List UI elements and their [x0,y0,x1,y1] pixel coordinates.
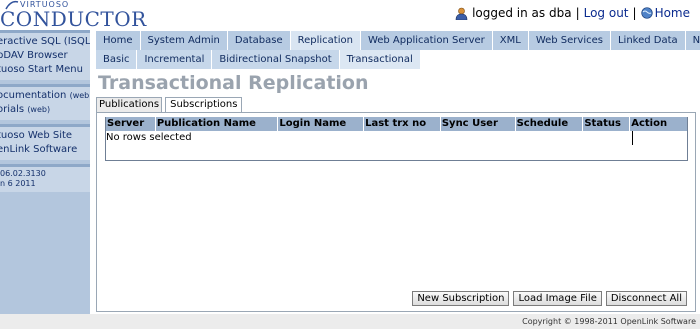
new-subscription-button[interactable]: New Subscription [412,291,510,306]
table-row: No rows selected [106,131,687,145]
column-divider [632,131,633,145]
tab-nntp[interactable]: NNTP [685,31,700,50]
separator: | [575,6,580,20]
sidebar-item-start-menu[interactable]: tuoso Start Menu [0,63,90,77]
sidebar-item-documentation[interactable]: ocumentation (web) [0,89,90,103]
tab-linked-data[interactable]: Linked Data [610,31,686,50]
tab-home[interactable]: Home [96,31,141,50]
sidebar-item-label: ocumentation [0,90,70,101]
tab-bidirectional-snapshot[interactable]: Bidirectional Snapshot [212,50,340,69]
content-panel: Server Publication Name Login Name Last … [96,112,696,312]
sidebar-item-virtuoso-web-site[interactable]: tuoso Web Site [0,129,90,143]
subscriptions-table: Server Publication Name Login Name Last … [105,117,688,161]
virtuoso-conductor-logo[interactable]: VIRTUOSO CONDUCTOR [0,0,146,31]
globe-icon [640,7,653,19]
sidebar-item-suffix: (web) [69,91,90,100]
logout-link[interactable]: Log out [584,6,629,20]
tab-web-application-server[interactable]: Web Application Server [360,31,493,50]
sidebar-item-isql[interactable]: eractive SQL (ISQL) [0,35,90,49]
sidebar-item-label: orials [0,104,28,115]
column-header-action: Action [631,118,668,129]
footer-copyright: Copyright © 1998-2011 OpenLink Software [0,314,700,329]
sidebar-group-tools: eractive SQL (ISQL) bDAV Browser tuoso S… [0,30,90,80]
version-text: 06.02.3130 [0,169,46,178]
column-header-schedule: Schedule [516,117,584,131]
sidebar-item-webdav[interactable]: bDAV Browser [0,49,90,63]
main-nav: Home System Admin Database Replication W… [96,31,700,50]
column-header-login-name: Login Name [278,117,365,131]
user-icon [455,7,468,20]
build-date-text: n 6 2011 [0,179,36,188]
page-title: Transactional Replication [98,72,369,94]
column-header-last-trx-no: Last trx no [364,117,441,131]
sidebar-group-docs: ocumentation (web) orials (web) [0,84,90,120]
tab-replication[interactable]: Replication [290,31,361,50]
sidebar-item-openlink-software[interactable]: enLink Software [0,143,90,157]
tab-database[interactable]: Database [227,31,291,50]
tab-xml[interactable]: XML [492,31,529,50]
tab-web-services[interactable]: Web Services [528,31,611,50]
load-image-file-button[interactable]: Load Image File [513,291,602,306]
tab-system-admin[interactable]: System Admin [140,31,228,50]
tab-subscriptions[interactable]: Subscriptions [165,97,243,112]
tab-publications[interactable]: Publications [96,97,163,112]
sidebar: eractive SQL (ISQL) bDAV Browser tuoso S… [0,30,90,315]
content-tabs: Publications Subscriptions [96,97,245,112]
empty-message: No rows selected [106,132,192,143]
sidebar-item-tutorials[interactable]: orials (web) [0,103,90,117]
header: VIRTUOSO CONDUCTOR logged in as dba | Lo… [0,0,700,31]
action-buttons: New Subscription Load Image File Disconn… [408,291,687,306]
user-bar: logged in as dba | Log out | Home [455,6,690,20]
tab-basic[interactable]: Basic [96,50,138,69]
sub-nav: Basic Incremental Bidirectional Snapshot… [96,50,700,69]
sidebar-item-suffix: (web) [27,105,51,114]
column-header-status: Status [583,117,631,131]
sidebar-group-version: 06.02.3130 n 6 2011 [0,164,90,192]
separator: | [632,6,637,20]
table-header: Server Publication Name Login Name Last … [106,117,687,131]
column-header-server: Server [106,117,156,131]
logged-in-text: logged in as dba [472,6,572,20]
disconnect-all-button[interactable]: Disconnect All [605,291,687,306]
sidebar-group-links: tuoso Web Site enLink Software [0,124,90,160]
column-header-sync-user: Sync User [441,117,516,131]
logo-big-text: CONDUCTOR [0,7,147,31]
tab-transactional[interactable]: Transactional [339,50,421,69]
column-header-publication-name: Publication Name [156,117,279,131]
tab-incremental[interactable]: Incremental [137,50,213,69]
home-link[interactable]: Home [655,6,690,20]
